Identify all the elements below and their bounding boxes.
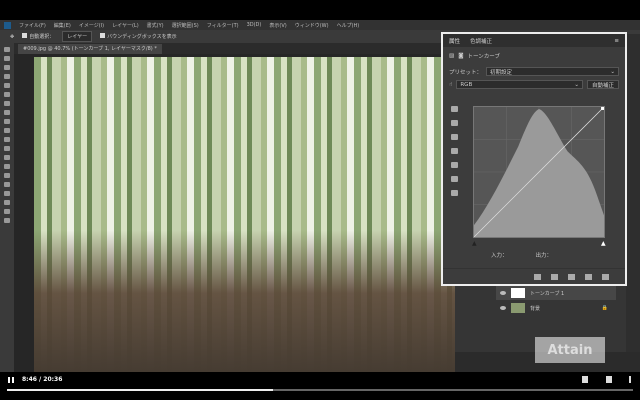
quick-select-tool-icon[interactable] (4, 74, 10, 79)
dodge-tool-icon[interactable] (4, 164, 10, 169)
hand-tool-icon[interactable] (4, 209, 10, 214)
layer-row-curves[interactable]: トーンカーブ 1 (496, 286, 616, 300)
zoom-tool-icon[interactable] (4, 218, 10, 223)
move-tool-icon[interactable] (4, 47, 10, 52)
layer-name: トーンカーブ 1 (530, 290, 565, 297)
preset-row: プリセット： 初期設定 ⌄ (443, 65, 625, 78)
progress-fill (7, 389, 274, 391)
menu-type[interactable]: 書式(Y) (147, 22, 164, 29)
properties-panel-header: 属性 色調補正 ≡ (443, 34, 625, 47)
white-point-slider[interactable]: ▲ (601, 240, 606, 247)
adjustment-title-row: ▨ ◙ トーンカーブ (443, 49, 625, 62)
menu-view[interactable]: 表示(V) (269, 22, 286, 29)
tab-adjustments[interactable]: 色調補正 (470, 37, 492, 45)
delete-icon[interactable] (602, 273, 609, 280)
tab-properties[interactable]: 属性 (449, 37, 460, 45)
healing-tool-icon[interactable] (4, 101, 10, 106)
menu-edit[interactable]: 編集(E) (54, 22, 71, 29)
document-tab-bar: #009.jpg @ 40.7% (トーンカーブ 1, レイヤーマスク/8) * (14, 43, 444, 54)
attain-watermark-logo: Attain (535, 337, 605, 363)
white-point-eyedropper-icon[interactable] (451, 134, 458, 140)
menu-3d[interactable]: 3D(D) (247, 22, 262, 28)
lock-icon: 🔒 (601, 305, 608, 311)
curves-icon: ▨ (449, 52, 455, 59)
properties-panel: 属性 色調補正 ≡ ▨ ◙ トーンカーブ プリセット： 初期設定 ⌄ ☝ RGB ⌄… (441, 32, 627, 286)
stamp-tool-icon[interactable] (4, 119, 10, 124)
menu-filter[interactable]: フィルター(T) (207, 22, 239, 29)
pencil-draw-icon[interactable] (451, 162, 458, 168)
mask-icon[interactable]: ◙ (458, 53, 463, 59)
document-tab[interactable]: #009.jpg @ 40.7% (トーンカーブ 1, レイヤーマスク/8) * (18, 44, 162, 54)
channel-row: ☝ RGB ⌄ 自動補正 (443, 78, 625, 91)
toggle-visibility-icon[interactable] (585, 273, 592, 280)
panel-menu-icon[interactable]: ≡ (614, 38, 619, 44)
visibility-eye-icon[interactable] (500, 306, 506, 310)
preset-dropdown[interactable]: 初期設定 ⌄ (486, 67, 619, 76)
menu-bar: ファイル(F) 編集(E) イメージ(I) レイヤー(L) 書式(Y) 選択範囲… (0, 20, 640, 30)
preset-label: プリセット： (449, 69, 483, 76)
properties-footer (443, 268, 625, 284)
fullscreen-icon[interactable] (606, 376, 612, 383)
auto-button[interactable]: 自動補正 (586, 80, 619, 89)
clip-to-layer-icon[interactable] (534, 273, 541, 280)
gray-point-eyedropper-icon[interactable] (451, 120, 458, 126)
blur-tool-icon[interactable] (4, 155, 10, 160)
eraser-tool-icon[interactable] (4, 137, 10, 142)
adjustment-title: トーンカーブ (467, 53, 500, 60)
auto-select-checkbox[interactable]: 自動選択： (22, 33, 54, 40)
playback-time: 8:46 / 20:36 (22, 376, 63, 383)
crop-tool-icon[interactable] (4, 83, 10, 88)
menu-file[interactable]: ファイル(F) (19, 22, 46, 29)
auto-select-target-dropdown[interactable]: レイヤー (62, 31, 93, 42)
pen-tool-icon[interactable] (4, 173, 10, 178)
smooth-curve-icon[interactable] (451, 176, 458, 182)
channel-dropdown[interactable]: RGB ⌄ (456, 80, 583, 89)
menu-select[interactable]: 選択範囲(S) (172, 22, 199, 29)
layer-row-background[interactable]: 背景 🔒 (496, 301, 616, 315)
menu-window[interactable]: ウィンドウ(W) (295, 22, 329, 29)
curve-endpoint[interactable] (601, 107, 604, 110)
output-label: 出力： (535, 253, 553, 259)
path-select-tool-icon[interactable] (4, 191, 10, 196)
lasso-tool-icon[interactable] (4, 65, 10, 70)
curve-point-tool-icon[interactable] (451, 148, 458, 154)
curves-graph[interactable] (473, 106, 605, 238)
marquee-tool-icon[interactable] (4, 56, 10, 61)
panel-icon-strip (626, 34, 640, 352)
type-tool-icon[interactable] (4, 182, 10, 187)
bounding-box-checkbox[interactable]: バウンディングボックスを表示 (100, 33, 177, 40)
menu-help[interactable]: ヘルプ(H) (337, 22, 360, 29)
gradient-tool-icon[interactable] (4, 146, 10, 151)
layer-name: 背景 (530, 305, 541, 312)
layer-thumbnail (511, 303, 525, 313)
more-options-icon[interactable] (629, 376, 631, 383)
eyedropper-tool-icon[interactable] (4, 92, 10, 97)
input-output-row: 入力： 出力： (491, 251, 552, 259)
input-label: 入力： (491, 253, 508, 259)
video-controls (0, 372, 640, 400)
black-point-slider[interactable]: ▲ (472, 240, 477, 247)
visibility-eye-icon[interactable] (500, 291, 506, 295)
brush-tool-icon[interactable] (4, 110, 10, 115)
menu-layer[interactable]: レイヤー(L) (112, 22, 139, 29)
history-brush-icon[interactable] (4, 128, 10, 133)
reset-icon[interactable] (568, 273, 575, 280)
clipping-warning-icon[interactable] (451, 190, 458, 196)
black-point-eyedropper-icon[interactable] (451, 106, 458, 112)
layer-mask-thumbnail (511, 288, 525, 298)
pause-icon[interactable] (8, 377, 14, 383)
move-tool-icon: ✥ (10, 33, 15, 40)
bamboo-forest-image[interactable] (34, 57, 455, 372)
volume-icon[interactable] (582, 376, 588, 383)
curves-tools (451, 106, 461, 204)
view-previous-icon[interactable] (551, 273, 558, 280)
target-adjust-icon[interactable]: ☝ (449, 82, 452, 88)
tools-panel (0, 43, 14, 372)
shape-tool-icon[interactable] (4, 200, 10, 205)
photoshop-logo-icon (4, 21, 11, 29)
progress-bar[interactable] (7, 389, 633, 391)
menu-image[interactable]: イメージ(I) (79, 22, 104, 29)
